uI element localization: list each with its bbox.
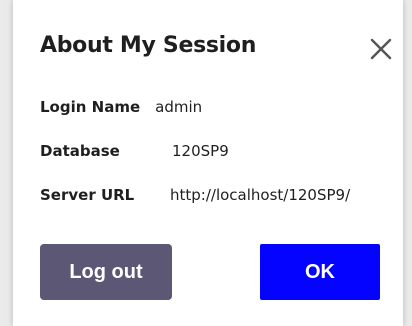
server-url-label: Server URL <box>40 186 135 204</box>
close-icon[interactable] <box>368 36 394 62</box>
session-info: Login Name admin Database 120SP9 Server … <box>40 96 350 228</box>
database-value: 120SP9 <box>172 142 229 160</box>
login-name-value: admin <box>155 98 203 116</box>
database-row: Database 120SP9 <box>40 140 350 162</box>
logout-button[interactable]: Log out <box>40 244 172 300</box>
ok-button[interactable]: OK <box>260 244 380 300</box>
about-session-dialog: About My Session Login Name admin Databa… <box>13 0 403 326</box>
server-url-value: http://localhost/120SP9/ <box>170 186 351 204</box>
login-name-label: Login Name <box>40 98 141 116</box>
login-name-row: Login Name admin <box>40 96 350 118</box>
database-label: Database <box>40 142 120 160</box>
server-url-row: Server URL http://localhost/120SP9/ <box>40 184 350 206</box>
dialog-title: About My Session <box>40 33 257 58</box>
